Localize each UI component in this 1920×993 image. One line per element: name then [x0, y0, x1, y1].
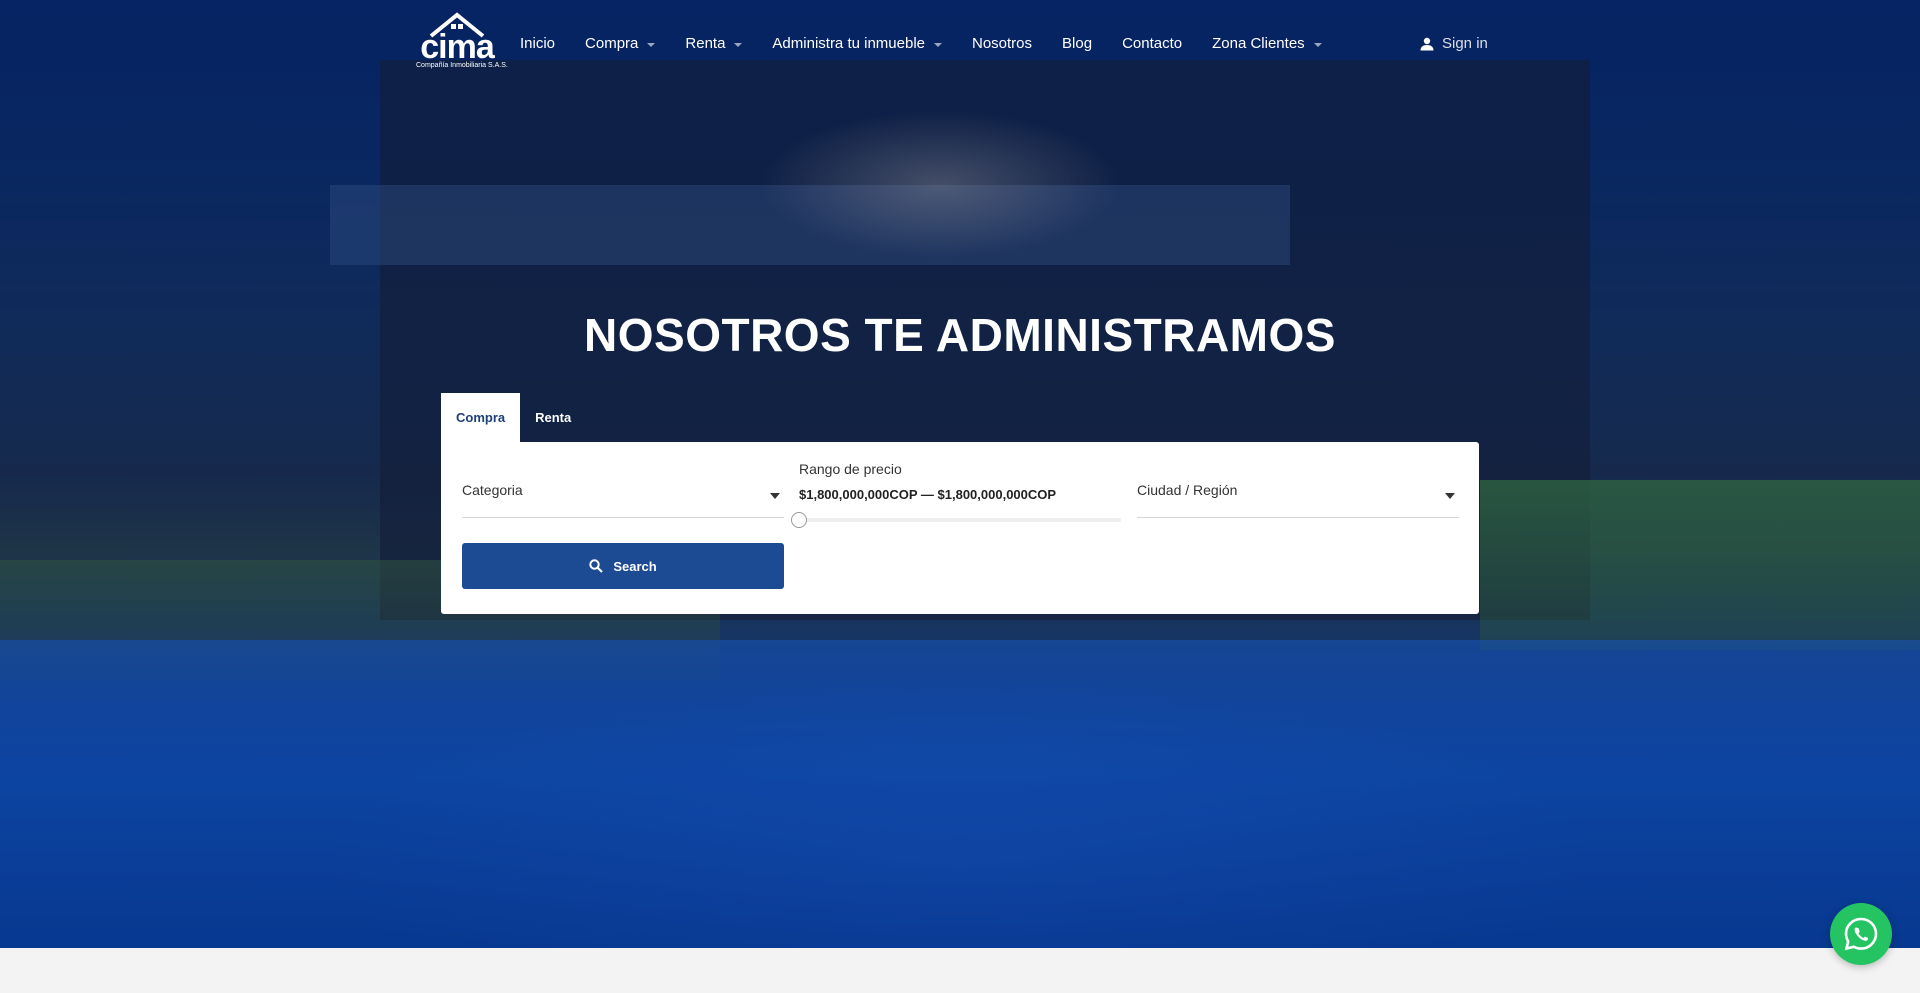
dropdown-arrow-icon [1445, 493, 1455, 500]
nav-item-contacto[interactable]: Contacto [1122, 34, 1182, 54]
nav-item-compra[interactable]: Compra [585, 34, 656, 54]
whatsapp-button[interactable] [1830, 903, 1892, 965]
main-nav: Inicio Compra Renta Administra tu inmueb… [520, 34, 1322, 54]
nav-label: Nosotros [972, 35, 1033, 52]
sign-in-label: Sign in [1442, 35, 1488, 52]
whatsapp-icon [1844, 917, 1878, 951]
brand-logo[interactable]: cima Compañía Inmobiliaria S.A.S. [416, 12, 508, 82]
search-button[interactable]: Search [462, 543, 784, 589]
nav-label: Blog [1062, 35, 1093, 52]
user-icon [1420, 37, 1434, 51]
nav-item-administra[interactable]: Administra tu inmueble [772, 34, 942, 54]
category-select[interactable]: Categoria [462, 472, 784, 518]
search-icon [589, 559, 604, 573]
price-range-filter: Rango de precio $1,800,000,000COP — $1,8… [791, 460, 1121, 528]
nav-item-renta[interactable]: Renta [685, 34, 743, 54]
nav-label: Inicio [520, 35, 556, 52]
nav-label: Renta [685, 35, 726, 52]
search-tabs: Compra Renta [441, 393, 586, 442]
location-label: Ciudad / Región [1137, 482, 1238, 498]
nav-item-blog[interactable]: Blog [1062, 34, 1092, 54]
nav-item-zona-clientes[interactable]: Zona Clientes [1212, 34, 1322, 54]
headline-bold: ADMINISTRAMOS [935, 309, 1336, 361]
price-slider-track[interactable] [791, 512, 1121, 528]
headline-light: NOSOTROS TE [584, 309, 925, 361]
price-range-label: Rango de precio [799, 461, 902, 477]
category-label: Categoria [462, 482, 523, 498]
brand-name: cima [420, 28, 495, 66]
sign-in-link[interactable]: Sign in [1420, 34, 1488, 54]
search-button-label: Search [613, 558, 657, 574]
search-panel: Categoria Rango de precio $1,800,000,000… [441, 442, 1479, 614]
tab-renta[interactable]: Renta [520, 393, 586, 442]
nav-item-nosotros[interactable]: Nosotros [972, 34, 1032, 54]
price-range-value: $1,800,000,000COP — $1,800,000,000COP [799, 487, 1057, 502]
site-header: cima Compañía Inmobiliaria S.A.S. Inicio… [0, 0, 1920, 90]
location-select[interactable]: Ciudad / Región [1137, 472, 1459, 518]
brand-tagline: Compañía Inmobiliaria S.A.S. [416, 62, 508, 69]
price-slider-handle[interactable] [791, 512, 807, 528]
nav-label: Zona Clientes [1212, 35, 1305, 52]
chevron-down-icon [934, 42, 942, 47]
chevron-down-icon [734, 42, 743, 47]
hero-headline: NOSOTROS TE ADMINISTRAMOS [0, 308, 1920, 362]
chevron-down-icon [647, 42, 656, 47]
chevron-down-icon [1313, 42, 1322, 47]
nav-label: Compra [585, 35, 639, 52]
tab-compra[interactable]: Compra [441, 393, 521, 442]
nav-item-inicio[interactable]: Inicio [520, 34, 555, 54]
dropdown-arrow-icon [770, 493, 780, 500]
nav-label: Administra tu inmueble [772, 35, 925, 52]
nav-label: Contacto [1122, 35, 1183, 52]
